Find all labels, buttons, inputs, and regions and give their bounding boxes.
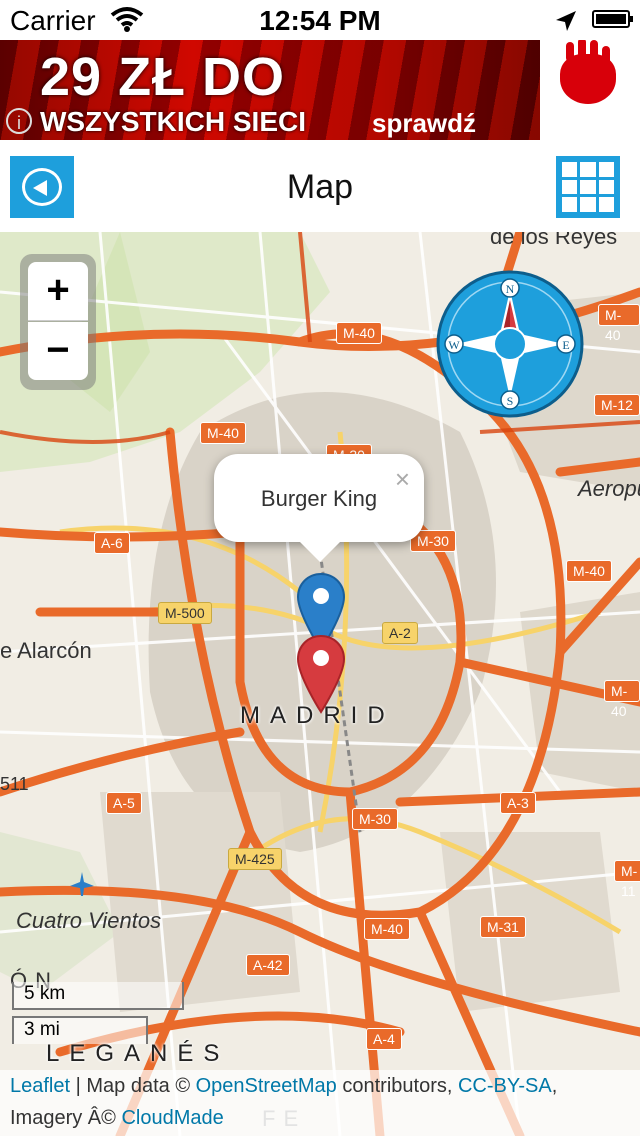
ad-banner[interactable]: 29 ZŁ DO WSZYSTKICH SIECI sprawdź i [0, 40, 640, 140]
attribution-text: , [551, 1075, 558, 1097]
road-shield: A-2 [382, 622, 418, 644]
road-shield: M-40 [604, 680, 640, 719]
navbar: Map [0, 140, 640, 232]
cc-by-sa-link[interactable]: CC-BY-SA [458, 1075, 552, 1097]
map-marker-red[interactable] [296, 634, 346, 719]
compass-n: N [506, 282, 515, 296]
zoom-out-button[interactable]: − [28, 322, 88, 380]
osm-link[interactable]: OpenStreetMap [196, 1075, 337, 1097]
road-shield: A-3 [500, 792, 536, 814]
road-shield: M-425 [228, 848, 282, 870]
place-label: Aeropu [578, 476, 640, 501]
map-attribution: Leaflet | Map data © OpenStreetMap contr… [0, 1070, 640, 1136]
ad-info-icon[interactable]: i [6, 108, 32, 134]
road-shield: M-500 [158, 602, 212, 624]
zoom-in-button[interactable]: + [28, 262, 88, 321]
location-arrow-icon [554, 8, 578, 40]
road-shield: M-40 [336, 322, 382, 344]
page-title: Map [286, 168, 354, 206]
road-shield: M-40 [566, 560, 612, 582]
compass-e: E [562, 338, 569, 352]
grid-menu-button[interactable] [556, 156, 620, 218]
ad-cta[interactable]: sprawdź [372, 108, 476, 139]
leaflet-link[interactable]: Leaflet [10, 1075, 70, 1097]
popup-title: Burger King [260, 486, 378, 511]
compass-w: W [448, 338, 460, 352]
road-shield: A-42 [246, 954, 290, 976]
road-shield: A-6 [94, 532, 130, 554]
ad-subline: WSZYSTKICH SIECI [40, 106, 307, 137]
clock: 12:54 PM [259, 5, 381, 36]
zoom-control: + − [20, 254, 96, 390]
popup-close-button[interactable]: × [395, 464, 410, 495]
place-label: Cuatro Vientos [16, 908, 162, 933]
compass-s: S [507, 394, 514, 408]
cloudmade-link[interactable]: CloudMade [121, 1107, 223, 1129]
place-label: 511 [0, 774, 29, 794]
attribution-text: contributors, [336, 1075, 458, 1097]
road-shield: M-11 [614, 860, 640, 899]
scale-mi: 3 mi [12, 1016, 148, 1044]
place-label: de los Reyes [490, 232, 618, 249]
status-bar: Carrier 12:54 PM [0, 0, 640, 40]
ad-headline: 29 ZŁ DO [40, 47, 286, 107]
road-shield: A-5 [106, 792, 142, 814]
battery-icon [592, 10, 633, 28]
place-label: e Alarcón [0, 638, 92, 663]
scale-km: 5 km [12, 982, 184, 1010]
road-shield: M-40 [364, 918, 410, 940]
road-shield: M-12 [594, 394, 640, 416]
map-view[interactable]: de los Reyes Aeropu e Alarcón Cuatro Vie… [0, 232, 640, 1136]
road-shield: M-30 [352, 808, 398, 830]
attribution-text: Imagery Â© [10, 1107, 122, 1129]
map-scale: 5 km 3 mi [12, 982, 184, 1050]
hand-icon [560, 42, 616, 104]
road-shield: M-40 [598, 304, 640, 343]
ad-logo [540, 40, 640, 140]
road-shield: M-31 [480, 916, 526, 938]
compass-icon[interactable]: N S E W [436, 270, 584, 418]
attribution-text: | Map data © [70, 1075, 196, 1097]
grid-icon [562, 162, 578, 177]
road-shield: M-40 [200, 422, 246, 444]
road-shield: A-4 [366, 1028, 402, 1050]
marker-popup[interactable]: Burger King × [214, 454, 424, 562]
